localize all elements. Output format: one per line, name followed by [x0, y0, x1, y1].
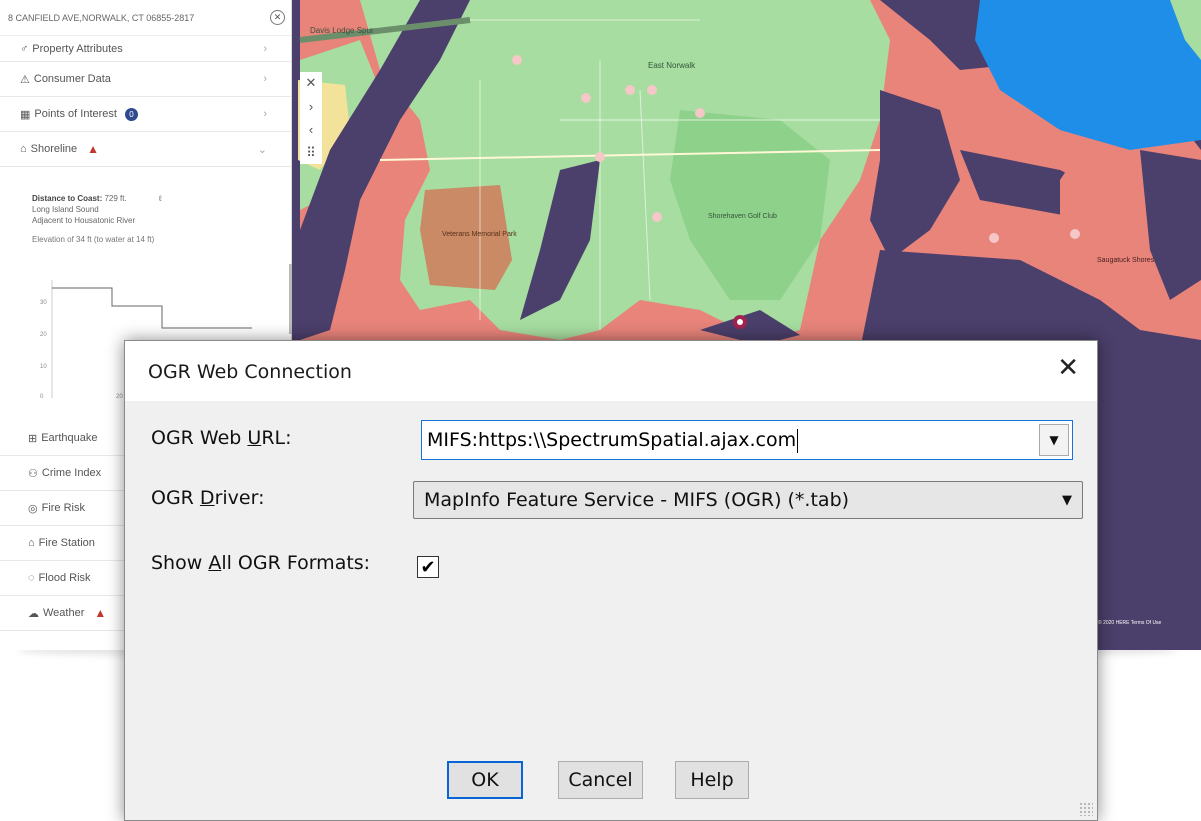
menu-property-attributes[interactable]: ♂ Property Attributes › — [0, 36, 291, 62]
station-icon: ⌂ — [28, 537, 35, 549]
dropdown-arrow-icon: ▼ — [1062, 492, 1072, 508]
chevron-down-icon[interactable]: ▼ — [1039, 424, 1069, 456]
mnemonic: D — [199, 487, 215, 509]
mnemonic: A — [208, 552, 222, 574]
property-icon: ♂ — [20, 42, 29, 55]
menu-label: Crime Index — [41, 467, 102, 479]
dialog-titlebar: OGR Web Connection ✕ — [125, 341, 1097, 401]
distance-value: 729 ft. — [104, 194, 127, 203]
url-text: MIFS:https:\\SpectrumSpatial.ajax.com — [427, 429, 797, 451]
label-part: river: — [214, 487, 265, 509]
close-icon[interactable]: ✕ — [306, 75, 317, 91]
menu-label: Earthquake — [41, 432, 98, 444]
chevron-right-icon: › — [263, 73, 267, 85]
menu-label: Flood Risk — [38, 572, 91, 584]
menu-label: Consumer Data — [33, 73, 111, 85]
water-body: Long Island Sound — [32, 205, 99, 214]
address-text: 8 CANFIELD AVE,NORWALK, CT 06855-2817 — [8, 12, 195, 23]
tick-label: 20 — [40, 332, 47, 338]
map-label-golf: Shorehaven Golf Club — [708, 213, 777, 220]
menu-label: Shoreline — [30, 143, 78, 155]
menu-label: Fire Risk — [41, 502, 85, 514]
tick-label: 30 — [40, 300, 47, 306]
driver-select[interactable]: MapInfo Feature Service - MIFS (OGR) (*.… — [413, 481, 1083, 519]
shoreline-details: Distance to Coast: 729 ft. ℓ Long Island… — [0, 167, 291, 245]
tick-label: 0 — [40, 394, 44, 400]
elevation-text: Elevation of 34 ft (to water at 14 ft) — [32, 235, 155, 244]
show-all-checkbox[interactable]: ✔ — [417, 556, 439, 578]
help-button[interactable]: Help — [675, 761, 749, 799]
count-badge: 0 — [124, 107, 138, 121]
label-part: RL: — [261, 427, 292, 449]
tick-label: 10 — [40, 364, 47, 370]
menu-shoreline[interactable]: ⌂ Shoreline ▲ ⌄ — [0, 132, 291, 167]
url-combobox[interactable]: MIFS:https:\\SpectrumSpatial.ajax.com ▼ — [421, 420, 1073, 460]
text-caret — [797, 428, 799, 453]
chevron-left-icon[interactable]: ‹ — [309, 122, 313, 137]
info-icon: ℓ — [158, 194, 162, 203]
warning-icon: ▲ — [87, 142, 100, 156]
resize-grip-icon[interactable] — [1079, 802, 1093, 816]
map-label-park: Veterans Memorial Park — [442, 231, 517, 238]
address-bar: 8 CANFIELD AVE,NORWALK, CT 06855-2817 ✕ — [0, 0, 291, 36]
fire-icon: ◎ — [28, 502, 38, 515]
menu-label: Points of Interest — [34, 108, 117, 120]
url-label: OGR Web URL: — [151, 427, 292, 449]
driver-selected-value: MapInfo Feature Service - MIFS (OGR) (*.… — [424, 489, 850, 511]
map-toolbar: ✕ › ‹ ⠿ — [300, 72, 322, 164]
consumer-icon: ⚠ — [20, 73, 30, 86]
map-label-east-norwalk: East Norwalk — [648, 61, 696, 70]
chevron-down-icon: ⌄ — [257, 143, 267, 156]
warning-icon: ▲ — [94, 606, 107, 620]
crime-icon: ⚇ — [28, 467, 38, 480]
close-icon[interactable]: ✕ — [1057, 355, 1079, 381]
mnemonic: U — [247, 427, 262, 449]
label-part: Show — [151, 552, 209, 574]
label-part: OGR Web — [151, 427, 248, 449]
label-part: OGR — [151, 487, 200, 509]
menu-label: Weather — [43, 607, 85, 619]
earthquake-icon: ⊞ — [28, 432, 38, 445]
menu-label: Fire Station — [38, 537, 95, 549]
menu-label: Property Attributes — [32, 42, 123, 55]
flood-icon: ◌ — [28, 572, 35, 584]
ogr-web-connection-dialog: OGR Web Connection ✕ OGR Web URL: MIFS:h… — [124, 340, 1098, 821]
map-label-spur: Davis Lodge Spur — [310, 26, 374, 35]
chevron-right-icon: › — [263, 108, 267, 120]
chevron-right-icon[interactable]: › — [309, 99, 313, 114]
cancel-button[interactable]: Cancel — [558, 761, 643, 799]
panel-scrollbar[interactable] — [289, 264, 292, 334]
menu-consumer-data[interactable]: ⚠ Consumer Data › — [0, 62, 291, 97]
adjacent-river: Adjacent to Housatonic River — [32, 216, 136, 225]
distance-label: Distance to Coast: — [32, 194, 103, 203]
grip-icon[interactable]: ⠿ — [306, 145, 316, 161]
show-all-label: Show All OGR Formats: — [151, 552, 370, 574]
weather-icon: ☁ — [28, 607, 39, 620]
tick-label: 20 — [116, 394, 123, 400]
building-icon: ▦ — [20, 108, 31, 121]
menu-points-of-interest[interactable]: ▦ Points of Interest 0 › — [0, 97, 291, 132]
url-input[interactable]: MIFS:https:\\SpectrumSpatial.ajax.com — [422, 421, 1036, 459]
dialog-title: OGR Web Connection — [148, 361, 352, 383]
shoreline-icon: ⌂ — [20, 143, 27, 155]
driver-label: OGR Driver: — [151, 487, 264, 509]
map-attribution: © 2020 HERE Terms Of Use — [1098, 619, 1162, 626]
checkmark-icon: ✔ — [420, 556, 436, 578]
close-panel-icon[interactable]: ✕ — [270, 10, 285, 25]
chevron-right-icon: › — [263, 42, 267, 55]
label-part: ll OGR Formats: — [221, 552, 371, 574]
map-label-saugatuck: Saugatuck Shores — [1097, 257, 1155, 264]
ok-button[interactable]: OK — [447, 761, 523, 799]
